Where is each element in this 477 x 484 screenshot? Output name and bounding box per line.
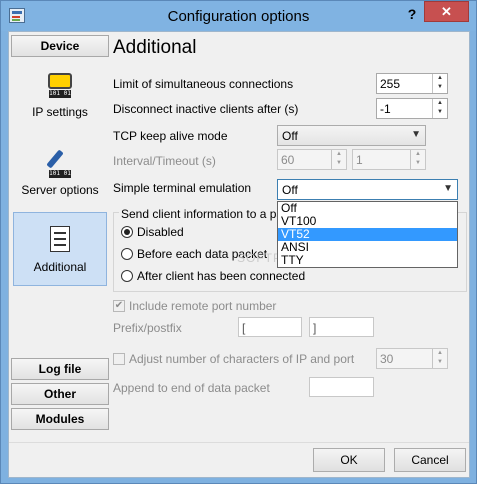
help-button[interactable]: ? [401,4,423,24]
nav-item-ip-settings[interactable]: 101 01 IP settings [13,71,107,127]
cancel-button[interactable]: Cancel [394,448,466,472]
timeout-spinbox[interactable]: 1 ▲ ▼ [352,149,426,170]
adjust-label: Adjust number of characters of IP and po… [129,352,355,366]
interval-spinbox[interactable]: 60 ▲ ▼ [277,149,347,170]
append-label: Append to end of data packet [113,381,270,395]
prefix-label: Prefix/postfix [113,321,182,335]
panel-title: Additional [113,37,197,58]
interval-label: Interval/Timeout (s) [113,154,216,168]
terminal-label: Simple terminal emulation [113,181,252,195]
close-button[interactable]: ✕ [424,1,469,22]
terminal-dropdown-list: Off VT100 VT52 ANSI TTY [277,201,458,268]
adjust-spinbox[interactable]: 30 ▲ ▼ [376,348,448,369]
append-field[interactable] [309,377,374,397]
divider [9,442,469,443]
chevron-down-icon: ▼ [443,183,453,194]
spin-arrows[interactable]: ▲ ▼ [331,150,346,169]
nav-item-additional[interactable]: Additional [13,212,107,286]
include-port-label: Include remote port number [129,299,277,313]
radio-disabled-label[interactable]: Disabled [137,225,184,239]
include-port-checkbox[interactable]: ✔ [113,300,125,312]
radio-after-connect[interactable] [121,270,133,282]
limit-label: Limit of simultaneous connections [113,77,294,91]
spin-arrows[interactable]: ▲ ▼ [432,74,447,93]
radio-before-packet[interactable] [121,248,133,260]
nav-item-label: Server options [21,183,99,197]
adjust-checkbox[interactable] [113,353,125,365]
postfix-field[interactable]: ] [309,317,374,337]
dialog-client-area: Device 101 01 IP settings 101 01 Server … [8,31,470,478]
send-group-label: Send client information to a parse [119,207,277,221]
keepalive-label: TCP keep alive mode [113,129,228,143]
log-file-button[interactable]: Log file [11,358,109,380]
other-button[interactable]: Other [11,383,109,405]
dropdown-option-tty[interactable]: TTY [278,254,457,267]
radio-disabled[interactable] [121,226,133,238]
radio-after-label[interactable]: After client has been connected [137,269,305,283]
device-button[interactable]: Device [11,35,109,57]
modules-button[interactable]: Modules [11,408,109,430]
disconnect-label: Disconnect inactive clients after (s) [113,102,299,116]
wrench-icon: 101 01 [46,149,74,179]
nav-item-label: IP settings [32,105,88,119]
document-list-icon [46,226,74,256]
spin-arrows[interactable]: ▲ ▼ [432,349,447,368]
ok-button[interactable]: OK [313,448,385,472]
nav-item-label: Additional [33,260,87,274]
spin-arrows[interactable]: ▲ ▼ [432,99,447,118]
configuration-window: Configuration options ? ✕ Device 101 01 … [0,0,477,484]
title-bar[interactable]: Configuration options ? ✕ [1,1,476,31]
keepalive-select[interactable]: Off ▼ [277,125,426,146]
spin-arrows[interactable]: ▲ ▼ [410,150,425,169]
ip-settings-icon: 101 01 [46,71,74,101]
chevron-down-icon: ▼ [411,129,421,140]
disconnect-spinbox[interactable]: -1 ▲ ▼ [376,98,448,119]
terminal-select[interactable]: Off ▼ [277,179,458,200]
dropdown-option-ansi[interactable]: ANSI [278,241,457,254]
prefix-field[interactable]: [ [238,317,302,337]
nav-item-server-options[interactable]: 101 01 Server options [13,149,107,205]
limit-spinbox[interactable]: 255 ▲ ▼ [376,73,448,94]
